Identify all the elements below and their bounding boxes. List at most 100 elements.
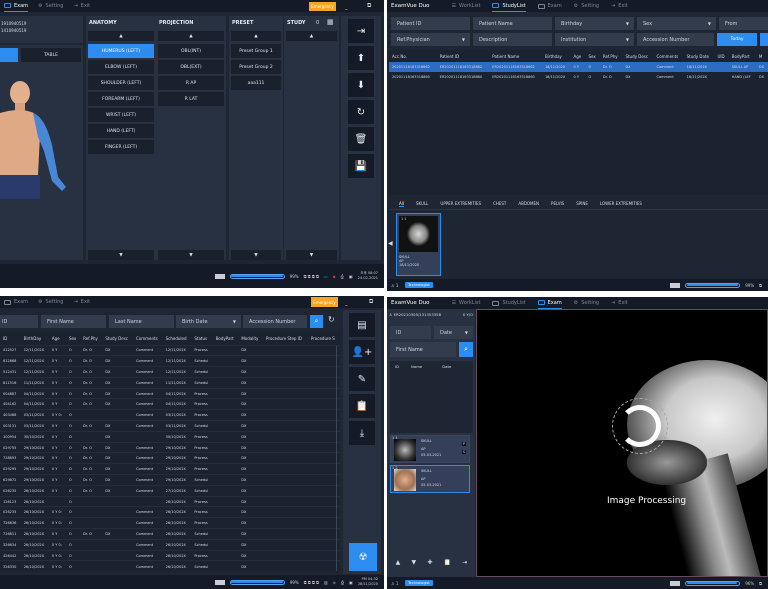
table-row[interactable]: 004887 04/11/202X 0 Y O Dr. O DX Comment 04/11/… <box>0 388 340 399</box>
radiation-button[interactable]: ☢ <box>349 543 377 571</box>
column-header[interactable]: Procedure S <box>308 332 340 345</box>
table-row[interactable]: 029295 29/10/202X 0 Y O Dr. O DX Comment 29/10/… <box>0 463 340 475</box>
refresh-button[interactable]: ↻ <box>348 100 374 124</box>
tab-studylist[interactable]: StudyList <box>492 297 526 309</box>
description-field[interactable]: Description <box>473 33 552 46</box>
add-icon[interactable]: ✚ <box>427 559 432 566</box>
last-name-field[interactable]: Last Name <box>109 315 174 328</box>
table-row[interactable]: 026235 26/10/202X 0 Y 0: O Comment 26/10/202X… <box>0 506 340 518</box>
tab-exit[interactable]: ⇥ Exit <box>611 297 628 309</box>
emergency-button[interactable]: Emergency <box>309 2 336 11</box>
table-row[interactable]: 403468 03/11/202X 0 Y 0: O Comment 03/11/202X… <box>0 409 340 421</box>
birth-date-select[interactable]: Birth Date ▼ <box>176 315 241 328</box>
table-row[interactable]: 100954 30/10/202X 0 Y O DX 30/10/202X Process D… <box>0 431 340 442</box>
anatomy-item[interactable]: ELBOW (LEFT) <box>88 60 154 74</box>
image-viewer[interactable]: Image Processing <box>476 309 768 577</box>
column-header[interactable]: Modality <box>238 332 263 345</box>
table-row[interactable]: 026235 26/10/202X 0 Y O Dr. O DX Comment 27/10/… <box>0 485 340 496</box>
column-header[interactable]: Age <box>49 332 66 345</box>
column-header[interactable]: UID <box>714 50 728 62</box>
body-part-tab[interactable]: All <box>399 201 404 207</box>
column-header[interactable]: Age <box>571 50 586 62</box>
column-header[interactable]: ID <box>0 332 21 345</box>
column-header[interactable]: Ref.Phy <box>80 332 102 345</box>
table-row[interactable]: 003131 03/11/202X 0 Y O Dr. O DX Comment 03/11/… <box>0 420 340 432</box>
tab-setting[interactable]: ⚙ Setting <box>38 0 63 12</box>
tab-setting[interactable]: ⚙ Setting <box>574 297 599 309</box>
table-row[interactable]: 126123 26/10/202X O 26/10/202X Process DX <box>0 496 340 507</box>
table-row[interactable]: 612868 12/11/202X 0 Y O Dr. O DX Comment 12/11/… <box>0 355 340 367</box>
preset-item[interactable]: aaa111 <box>231 76 281 90</box>
anatomy-item[interactable]: HAND (LEFT) <box>88 124 154 138</box>
body-part-tab[interactable]: UPPER EXTREMITIES <box>440 201 481 206</box>
refresh-button[interactable]: ↻ <box>328 315 335 324</box>
body-part-tab[interactable]: CHEST <box>493 201 506 206</box>
scroll-down-button[interactable]: ▼ <box>231 250 281 260</box>
scroll-up-button[interactable]: ▲ <box>88 31 154 41</box>
anatomy-item[interactable]: HUMERUS (LEFT) <box>88 44 154 58</box>
body-part-tab[interactable]: SPINE <box>576 201 588 206</box>
exit-exam-button[interactable]: ⇥ <box>348 19 374 43</box>
table-row[interactable]: 029755 29/10/202X 0 Y O Dr. O DX Comment 29/10/… <box>0 442 340 453</box>
clipboard-icon[interactable]: 📋 <box>444 559 451 566</box>
tab-studylist[interactable]: StudyList <box>492 0 526 12</box>
anatomy-item[interactable]: FINGER (LEFT) <box>88 140 154 154</box>
tab-exam[interactable]: Exam <box>4 0 29 12</box>
column-header[interactable]: Patient ID <box>437 50 490 62</box>
table-row[interactable]: 726836 26/10/202X 0 Y 0: O Comment 26/10/202X… <box>0 517 340 529</box>
table-row[interactable]: 20201118163318860 ER20201118163318860 ER20… <box>389 72 768 82</box>
role-badge[interactable]: Technologist <box>405 282 433 288</box>
tab-setting[interactable]: ⚙ Setting <box>38 296 63 308</box>
projection-item[interactable]: OBL(EXT) <box>158 60 224 74</box>
table-row[interactable]: 426442 26/10/202X 0 Y 0: O Comment 26/10/202X… <box>0 550 340 561</box>
table-row[interactable]: 811516 11/11/202X 0 Y O Dr. O DX Comment 11/11/… <box>0 377 340 388</box>
down-arrow-icon[interactable]: ▼ <box>411 559 416 566</box>
table-row[interactable]: 404162 04/11/202X 0 Y O Dr. O DX Comment 04/11/… <box>0 398 340 410</box>
tab-exam[interactable]: Exam <box>537 297 562 309</box>
table-row[interactable]: 512431 12/11/202X 0 Y O Dr. O DX Comment 12/11/… <box>0 366 340 378</box>
exit-icon[interactable]: ⇥ <box>462 559 467 566</box>
vertical-scrollbar[interactable] <box>336 346 337 571</box>
table-row[interactable]: 326330 26/10/202X 0 Y 0: O Comment 26/10/202X… <box>0 560 340 572</box>
today-button[interactable]: Today <box>717 33 757 46</box>
column-header[interactable]: Comments <box>654 50 684 62</box>
table-row[interactable]: 326634 26/10/202X 0 Y 0: O Comment 26/10/202X… <box>0 539 340 550</box>
table-row[interactable]: 629872 29/10/202X 0 Y O Dr. O DX Comment 29/10/… <box>0 474 340 486</box>
scroll-up-button[interactable]: ▲ <box>158 31 224 41</box>
window-switch-icon[interactable]: ⧉ <box>369 298 373 306</box>
column-header[interactable]: Sex <box>585 50 599 62</box>
body-part-tab[interactable]: LOWER EXTREMITIES <box>600 201 642 206</box>
scroll-up-button[interactable]: ▲ <box>286 31 337 41</box>
first-name-field[interactable]: First Name <box>390 342 456 357</box>
body-part-tab[interactable]: ABDOMEN <box>518 201 539 206</box>
table-row[interactable]: 412527 12/11/202X 0 Y O Dr. O DX Comment 12/11/… <box>0 345 340 356</box>
column-header[interactable]: Status <box>191 332 212 345</box>
institution-select[interactable]: Institution ▼ <box>555 33 634 46</box>
scroll-down-button[interactable]: ▼ <box>88 250 154 260</box>
emergency-button[interactable]: Emergency <box>311 297 338 307</box>
table-row[interactable]: 728893 29/10/202X 0 Y O Dr. O DX Comment 29/10/… <box>0 452 340 464</box>
sex-select[interactable]: Sex ▼ <box>637 17 716 30</box>
column-header[interactable]: BodyPart <box>213 332 239 345</box>
column-header[interactable]: Procedure Step ID <box>263 332 308 345</box>
column-header[interactable]: M <box>756 50 768 62</box>
figure-view-button[interactable] <box>0 48 18 62</box>
column-header[interactable]: Comments <box>133 332 163 345</box>
id-field[interactable]: ID <box>0 315 38 328</box>
column-header[interactable]: BodyPart <box>729 50 756 62</box>
study-thumbnail[interactable]: 1 1 SKULL AP 18/11/2020 <box>396 213 441 276</box>
patient-id-field[interactable]: Patient ID <box>391 17 470 30</box>
anatomy-item[interactable]: FOREARM (LEFT) <box>88 92 154 106</box>
accession-number-field[interactable]: Accession Number <box>637 33 714 46</box>
column-header[interactable]: Study Desc <box>622 50 653 62</box>
column-header[interactable]: BirthDay <box>21 332 49 345</box>
save-button[interactable]: 💾 <box>348 154 374 178</box>
table-row[interactable]: 726811 26/10/202X 0 Y O Dr. O DX Comment 26/10/… <box>0 528 340 540</box>
add-patient-button[interactable]: 👤+ <box>349 340 375 364</box>
patient-name-field[interactable]: Patient Name <box>473 17 552 30</box>
projection-item[interactable]: R AP <box>158 76 224 90</box>
search-button[interactable]: ⌕ <box>459 342 473 357</box>
edit-button[interactable]: ✎ <box>349 367 375 391</box>
anatomy-item[interactable]: WRIST (LEFT) <box>88 108 154 122</box>
scroll-up-button[interactable]: ▲ <box>231 31 281 41</box>
